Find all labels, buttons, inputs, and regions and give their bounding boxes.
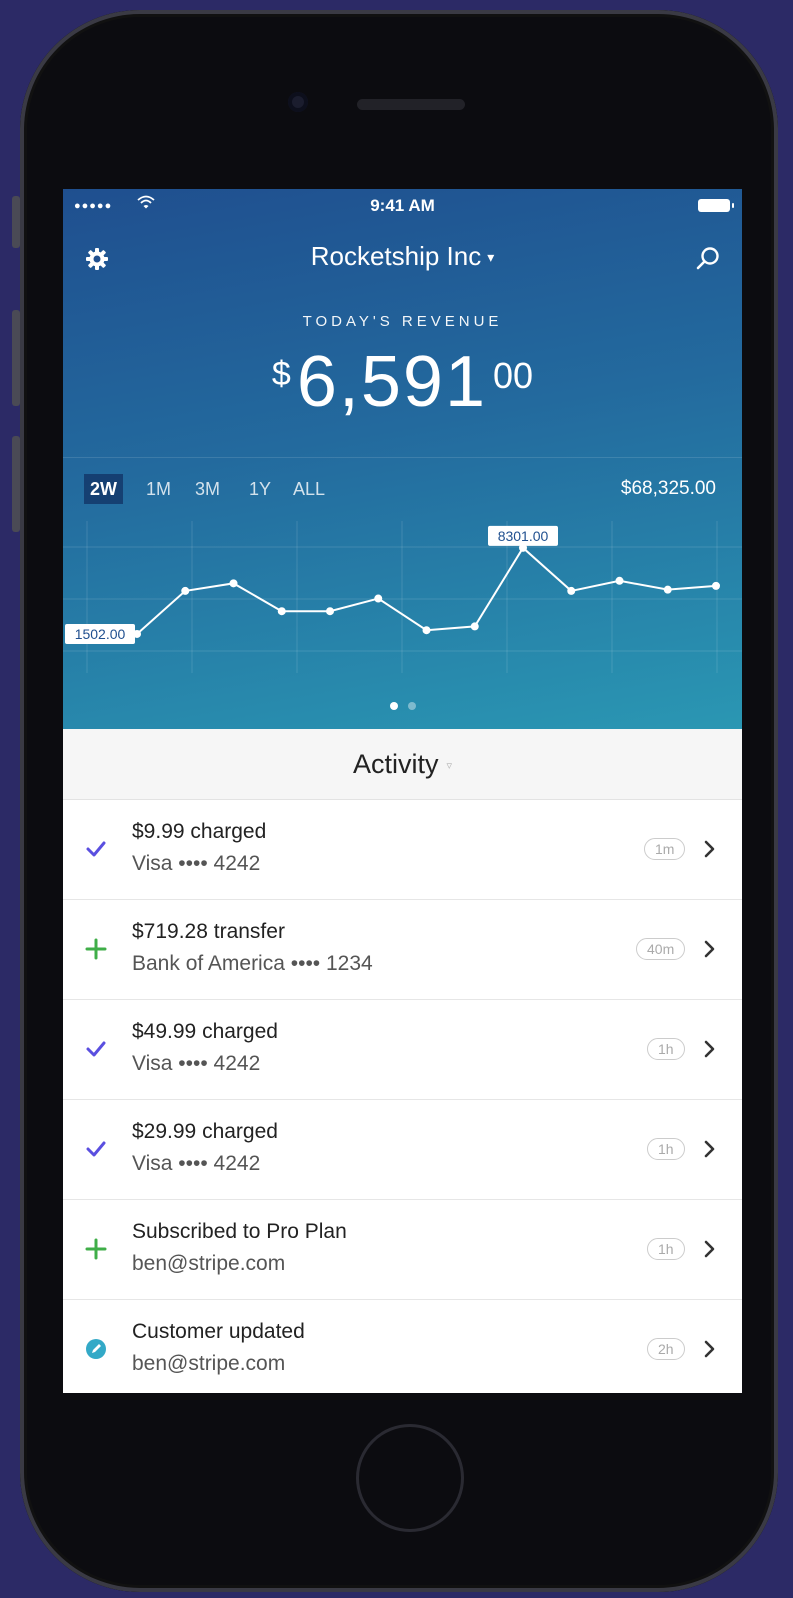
revenue-amount: $6,591 00 (63, 341, 742, 423)
check-icon (86, 841, 106, 857)
time-badge: 1m (644, 838, 686, 860)
mute-switch (12, 196, 20, 248)
item-title: $719.28 transfer (132, 920, 285, 943)
plus-icon (85, 1238, 107, 1260)
chart-point[interactable] (712, 581, 720, 590)
revenue-cents: 00 (493, 355, 534, 396)
revenue-line (136, 546, 717, 635)
time-badge: 1h (647, 1138, 685, 1160)
item-subtitle: Visa •••• 4242 (132, 852, 261, 875)
chevron-right-icon (704, 1140, 715, 1158)
page-dot[interactable] (407, 702, 416, 710)
time-badge: 1h (647, 1238, 685, 1260)
earpiece-speaker (357, 99, 465, 110)
chart-point[interactable] (567, 586, 576, 595)
item-title: $49.99 charged (132, 1020, 278, 1043)
revenue-label: TODAY'S REVENUE (302, 313, 503, 330)
home-button[interactable] (356, 1424, 464, 1532)
range-selector: 2W 1M 3M 1Y ALL $68,325.00 (63, 457, 742, 524)
callout-label: 1502.00 (75, 626, 126, 642)
item-subtitle: ben@stripe.com (132, 1352, 286, 1375)
check-icon (86, 1041, 106, 1057)
page-dot[interactable] (389, 702, 398, 710)
list-item[interactable]: $9.99 charged Visa •••• 4242 1m (63, 800, 742, 900)
item-title: $29.99 charged (132, 1120, 278, 1143)
check-icon (86, 1141, 106, 1157)
list-item[interactable]: Subscribed to Pro Plan ben@stripe.com 1h (63, 1200, 742, 1300)
revenue-main: 6,591 (296, 342, 488, 422)
chevron-down-icon: ▾ (487, 249, 495, 265)
item-subtitle: Visa •••• 4242 (132, 1152, 261, 1175)
company-name: Rocketship Inc (310, 241, 482, 271)
range-tab-all[interactable]: ALL (287, 474, 331, 504)
chart-point[interactable] (229, 579, 238, 588)
chart-point[interactable] (470, 622, 479, 631)
chart-callout: 8301.00 (488, 525, 558, 546)
chevron-right-icon (704, 840, 715, 858)
range-tab-1y[interactable]: 1Y (243, 474, 277, 504)
list-item[interactable]: Customer updated ben@stripe.com 2h (63, 1300, 742, 1393)
chevron-right-icon (704, 1240, 715, 1258)
revenue-chart[interactable]: 1502.00 8301.00 (63, 521, 742, 673)
list-item[interactable]: $29.99 charged Visa •••• 4242 1h (63, 1100, 742, 1200)
callout-label: 8301.00 (498, 528, 549, 544)
page-indicator (63, 695, 742, 714)
chart-point[interactable] (422, 626, 431, 635)
item-subtitle: ben@stripe.com (132, 1252, 286, 1275)
edit-icon (86, 1339, 106, 1359)
range-tab-2w[interactable]: 2W (84, 474, 123, 504)
chart-point[interactable] (277, 607, 286, 616)
time-badge: 40m (636, 938, 686, 960)
chevron-right-icon (704, 1340, 715, 1358)
range-tab-1m[interactable]: 1M (140, 474, 177, 504)
chart-point[interactable] (663, 585, 672, 594)
item-title: Customer updated (132, 1320, 305, 1343)
chart-point[interactable] (615, 576, 624, 585)
front-camera (288, 92, 308, 112)
list-item[interactable]: $719.28 transfer Bank of America •••• 123… (63, 900, 742, 1000)
activity-filter[interactable]: Activity ▿ (63, 729, 742, 800)
status-time: 9:41 AM (370, 196, 435, 215)
item-subtitle: Visa •••• 4242 (132, 1052, 261, 1075)
list-item[interactable]: $49.99 charged Visa •••• 4242 1h (63, 1000, 742, 1100)
item-title: Subscribed to Pro Plan (132, 1220, 347, 1243)
range-tab-3m[interactable]: 3M (189, 474, 226, 504)
battery-icon (698, 199, 734, 212)
search-icon[interactable] (694, 245, 722, 273)
chart-point[interactable] (374, 594, 383, 603)
time-badge: 2h (647, 1338, 685, 1360)
activity-title: Activity (352, 749, 439, 779)
chart-point[interactable] (326, 607, 334, 616)
chevron-right-icon (704, 940, 715, 958)
volume-up-button (12, 310, 20, 406)
chart-point[interactable] (181, 586, 190, 595)
chart-callout: 1502.00 (65, 623, 135, 644)
revenue-currency: $ (271, 355, 291, 393)
range-total: $68,325.00 (620, 478, 716, 499)
chevron-right-icon (704, 1040, 715, 1058)
account-switcher[interactable]: Rocketship Inc ▾ (63, 241, 742, 272)
phone-screen: ●●●●● 9:41 AM Rocketship Inc ▾ TODAY'S R… (63, 189, 742, 1393)
activity-feed: $9.99 charged Visa •••• 4242 1m $719.28 tra… (63, 800, 742, 1393)
volume-down-button (12, 436, 20, 532)
plus-icon (85, 938, 107, 960)
status-bar: ●●●●● 9:41 AM (63, 189, 742, 223)
item-subtitle: Bank of America •••• 1234 (132, 952, 373, 975)
item-title: $9.99 charged (132, 820, 267, 843)
dashboard-header: ●●●●● 9:41 AM Rocketship Inc ▾ TODAY'S R… (63, 189, 742, 729)
time-badge: 1h (647, 1038, 685, 1060)
filter-caret-icon: ▿ (446, 760, 453, 772)
